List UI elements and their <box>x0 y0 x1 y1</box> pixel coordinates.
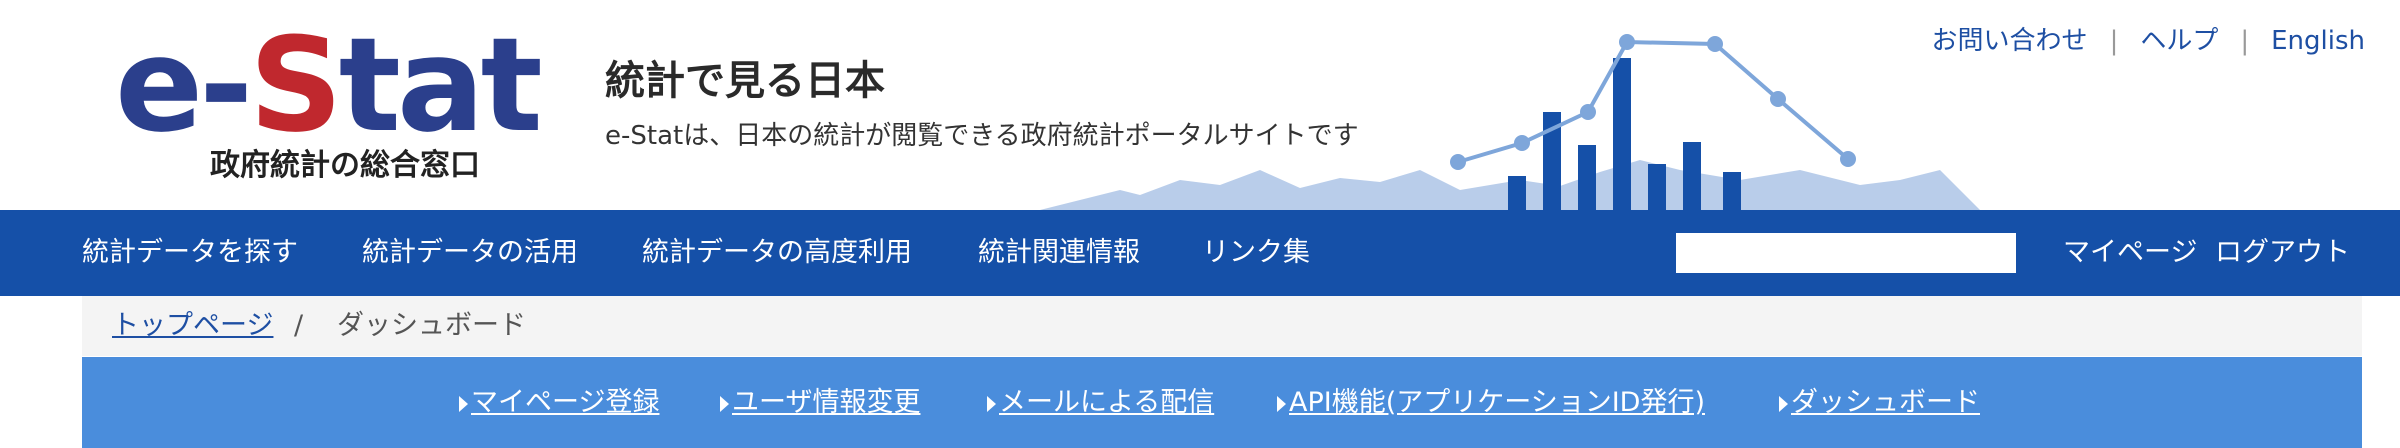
chart-bar <box>1578 145 1596 210</box>
global-nav: 統計データを探す 統計データの活用 統計データの高度利用 統計関連情報 リンク集… <box>0 210 2400 296</box>
site-header: e-Stat 政府統計の総合窓口 統計で見る日本 e-Statは、日本の統計が閲… <box>0 0 2400 210</box>
breadcrumb: トップページ / ダッシュボード <box>82 296 2362 356</box>
chart-point <box>1840 151 1856 167</box>
utility-separator: | <box>2240 26 2250 56</box>
chart-point <box>1707 36 1723 52</box>
triangle-right-icon <box>1277 395 1286 412</box>
logout-link[interactable]: ログアウト <box>2215 210 2350 296</box>
utility-links: お問い合わせ | ヘルプ | English <box>1932 20 2365 57</box>
subnav-item-register[interactable]: マイページ登録 <box>459 357 659 448</box>
triangle-right-icon <box>987 395 996 412</box>
subnav-item-api[interactable]: API機能(アプリケーションID発行) <box>1277 357 1705 448</box>
breadcrumb-separator: / <box>294 310 304 341</box>
chart-bar <box>1613 58 1631 210</box>
chart-bar <box>1683 142 1701 210</box>
site-title: 統計で見る日本 <box>605 58 885 104</box>
chart-point <box>1514 135 1530 151</box>
utility-separator: | <box>2109 26 2119 56</box>
subnav-item-user-info[interactable]: ユーザ情報変更 <box>720 357 920 448</box>
header-chart-illustration <box>1040 34 1980 210</box>
nav-item-links[interactable]: リンク集 <box>1202 210 1310 296</box>
chart-point <box>1770 91 1786 107</box>
triangle-right-icon <box>459 395 468 412</box>
contact-link[interactable]: お問い合わせ <box>1932 26 2088 56</box>
subnav-item-mail-delivery[interactable]: メールによる配信 <box>987 357 1214 448</box>
help-link[interactable]: ヘルプ <box>2140 26 2218 56</box>
triangle-right-icon <box>1779 395 1788 412</box>
mypage-link[interactable]: マイページ <box>2063 210 2197 296</box>
subnav-item-dashboard[interactable]: ダッシュボード <box>1779 357 1980 448</box>
breadcrumb-current: ダッシュボード <box>337 310 526 341</box>
chart-bar <box>1508 176 1526 210</box>
logo-subtitle: 政府統計の総合窓口 <box>210 148 480 183</box>
english-link[interactable]: English <box>2271 26 2365 56</box>
chart-point <box>1580 104 1596 120</box>
triangle-right-icon <box>720 395 729 412</box>
chart-bar <box>1723 172 1741 210</box>
nav-item-data-usage[interactable]: 統計データの活用 <box>362 210 578 296</box>
chart-point <box>1450 154 1466 170</box>
chart-bar <box>1648 164 1666 210</box>
search-input[interactable] <box>1676 233 2016 273</box>
breadcrumb-home[interactable]: トップページ <box>112 296 273 356</box>
nav-item-search-data[interactable]: 統計データを探す <box>82 210 298 296</box>
nav-item-advanced-usage[interactable]: 統計データの高度利用 <box>642 210 912 296</box>
nav-item-related-info[interactable]: 統計関連情報 <box>978 210 1140 296</box>
chart-point <box>1619 34 1635 50</box>
mypage-subnav: マイページ登録 ユーザ情報変更 メールによる配信 API機能(アプリケーションI… <box>82 357 2362 448</box>
